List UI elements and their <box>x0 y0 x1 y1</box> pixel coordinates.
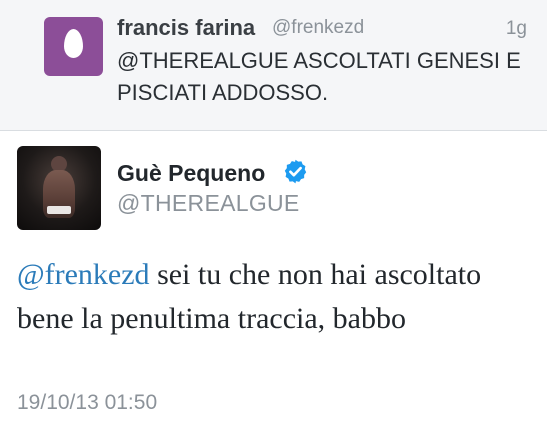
egg-icon <box>64 29 83 58</box>
reply-time: 1g <box>505 18 527 39</box>
reply-author-handle[interactable]: @frenkezd <box>272 17 364 39</box>
reply-text: @THEREALGUE ASCOLTATI GENESI E PISCIATI … <box>117 48 521 105</box>
mention-link[interactable]: @frenkezd <box>17 258 150 291</box>
tweet-timestamp: 19/10/13 01:50 <box>17 391 158 414</box>
tweet-text: @frenkezd sei tu che non hai ascoltato b… <box>17 253 537 341</box>
author-handle[interactable]: @THEREALGUE <box>117 190 300 217</box>
verified-badge-icon <box>284 159 307 184</box>
avatar[interactable] <box>44 17 103 76</box>
reply-author-name[interactable]: francis farina <box>117 15 255 41</box>
avatar[interactable] <box>17 146 101 230</box>
author-name[interactable]: Guè Pequeno <box>117 160 265 187</box>
avatar-shorts <box>47 206 71 214</box>
reply-tweet[interactable]: francis farina @frenkezd 1g @THEREALGUE … <box>0 0 547 131</box>
